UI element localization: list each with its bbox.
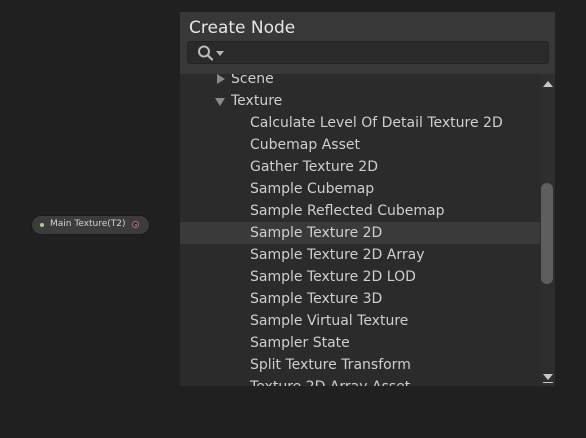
list-item[interactable]: Sample Texture 3D bbox=[180, 288, 540, 310]
scrollbar-thumb[interactable] bbox=[541, 183, 553, 284]
tree-item-label: Sampler State bbox=[250, 335, 350, 351]
list-item[interactable]: Calculate Level Of Detail Texture 2D bbox=[180, 112, 540, 134]
scroll-end-line bbox=[543, 382, 553, 383]
tree-item-label: Cubemap Asset bbox=[250, 137, 360, 153]
tree-item-label: Sample Cubemap bbox=[250, 181, 375, 197]
tree-item-label: Split Texture Transform bbox=[250, 357, 411, 373]
tree-item-label: Scene bbox=[231, 74, 274, 87]
vertical-scrollbar[interactable] bbox=[540, 74, 555, 386]
tree-item-label: Sample Texture 2D bbox=[250, 225, 383, 241]
tree-item-label: Sample Virtual Texture bbox=[250, 313, 409, 329]
output-port-icon[interactable] bbox=[132, 221, 139, 228]
property-node-main-texture[interactable]: Main Texture(T2) bbox=[31, 215, 150, 235]
tree-item-label: Sample Reflected Cubemap bbox=[250, 203, 445, 219]
list-item[interactable]: Cubemap Asset bbox=[180, 134, 540, 156]
list-item[interactable]: Sample Cubemap bbox=[180, 178, 540, 200]
shader-graph-canvas[interactable]: Main Texture(T2) Create Node Scene Textu… bbox=[0, 0, 586, 438]
window-title: Create Node bbox=[189, 18, 296, 38]
tree-item-label: Calculate Level Of Detail Texture 2D bbox=[250, 115, 503, 131]
list-item[interactable]: Gather Texture 2D bbox=[180, 156, 540, 178]
search-box[interactable] bbox=[187, 41, 549, 64]
list-item[interactable]: Sample Texture 2D LOD bbox=[180, 266, 540, 288]
tree-item-label: Texture 2D Array Asset bbox=[250, 376, 410, 386]
property-node-label: Main Texture(T2) bbox=[50, 219, 126, 229]
list-item[interactable]: Texture 2D Array Asset bbox=[180, 376, 540, 386]
list-item[interactable]: Sample Reflected Cubemap bbox=[180, 200, 540, 222]
scroll-down-arrow-icon[interactable] bbox=[543, 374, 553, 380]
tree-item-label: Sample Texture 2D Array bbox=[250, 247, 425, 263]
tree-category-texture[interactable]: Texture bbox=[180, 90, 540, 112]
chevron-down-icon[interactable] bbox=[216, 51, 224, 56]
list-item[interactable]: Split Texture Transform bbox=[180, 354, 540, 376]
chevron-right-icon[interactable] bbox=[217, 74, 225, 84]
tree-item-label: Gather Texture 2D bbox=[250, 159, 378, 175]
list-item[interactable]: Sample Virtual Texture bbox=[180, 310, 540, 332]
tree-category-scene[interactable]: Scene bbox=[180, 74, 540, 90]
list-item[interactable]: Sampler State bbox=[180, 332, 540, 354]
search-icon[interactable] bbox=[197, 45, 215, 61]
chevron-down-icon[interactable] bbox=[215, 98, 225, 106]
tree-item-label: Sample Texture 2D LOD bbox=[250, 269, 416, 285]
node-tree-list[interactable]: Scene Texture Calculate Level Of Detail … bbox=[180, 74, 540, 386]
list-item-selected[interactable]: Sample Texture 2D bbox=[180, 222, 540, 244]
create-node-window: Create Node Scene Texture Calculate Leve… bbox=[180, 12, 555, 386]
scroll-up-arrow-icon[interactable] bbox=[543, 81, 553, 87]
list-item[interactable]: Sample Texture 2D Array bbox=[180, 244, 540, 266]
tree-item-label: Sample Texture 3D bbox=[250, 291, 383, 307]
tree-item-label: Texture bbox=[231, 93, 283, 109]
search-input[interactable] bbox=[226, 44, 536, 61]
input-port-icon[interactable] bbox=[40, 223, 44, 227]
